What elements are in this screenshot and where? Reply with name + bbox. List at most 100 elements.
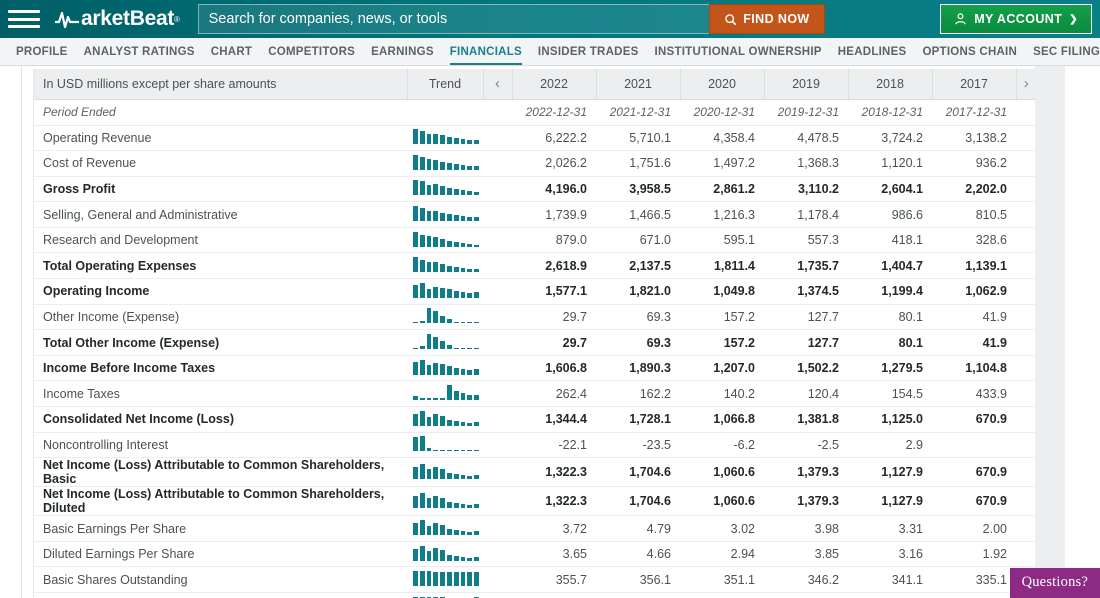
table-row[interactable]: Total Operating Expenses2,618.92,137.51,… <box>34 253 1035 279</box>
table-row[interactable]: Basic Earnings Per Share3.724.793.023.98… <box>34 516 1035 542</box>
sparkline-bar <box>447 266 452 273</box>
sparkline-bar <box>454 474 459 479</box>
row-value: 1,199.4 <box>848 279 932 305</box>
row-arrow-pad-right <box>1016 202 1035 228</box>
table-row[interactable]: Total Other Income (Expense)29.769.3157.… <box>34 330 1035 356</box>
table-row[interactable]: Income Before Income Taxes1,606.81,890.3… <box>34 355 1035 381</box>
nav-item-chart[interactable]: CHART <box>203 38 261 65</box>
row-label: Selling, General and Administrative <box>34 202 407 228</box>
sparkline-bar <box>447 366 452 375</box>
year-header-3[interactable]: 2019 <box>764 69 848 99</box>
row-trend-cell <box>407 176 483 202</box>
sparkline-bar <box>413 155 418 170</box>
sparkline-bar <box>413 571 418 586</box>
my-account-button[interactable]: MY ACCOUNT ❯ <box>940 4 1092 34</box>
marketbeat-logo[interactable]: arketBeat ® <box>54 7 180 31</box>
row-value: 335.1 <box>932 567 1016 593</box>
sparkline-bar <box>413 285 418 298</box>
nav-item-label: CHART <box>211 46 253 58</box>
row-value: 3,958.5 <box>596 176 680 202</box>
next-period-button[interactable]: › <box>1016 69 1035 99</box>
sparkline-bar <box>461 557 466 561</box>
table-row[interactable]: Diluted Earnings Per Share3.654.662.943.… <box>34 541 1035 567</box>
trend-sparkline <box>411 231 479 247</box>
nav-item-profile[interactable]: PROFILE <box>8 38 76 65</box>
sparkline-bar <box>454 503 459 508</box>
table-row[interactable]: Net Income (Loss) Attributable to Common… <box>34 458 1035 487</box>
sparkline-bar <box>454 164 459 170</box>
section-nav-bar: PROFILEANALYST RATINGS CHART COMPETITORSEA… <box>0 38 1100 66</box>
year-header-5[interactable]: 2017 <box>932 69 1016 99</box>
nav-item-institutional-ownership[interactable]: INSTITUTIONAL OWNERSHIP <box>647 38 830 65</box>
sparkline-bar <box>433 548 438 560</box>
nav-item-earnings[interactable]: EARNINGS <box>363 38 442 65</box>
nav-item-sec-filings[interactable]: SEC FILINGS <box>1025 38 1100 65</box>
sparkline-bar <box>440 364 445 374</box>
row-value: 3.72 <box>512 516 596 542</box>
nav-item-analyst-ratings[interactable]: ANALYST RATINGS <box>76 38 203 65</box>
row-value: 356.1 <box>596 567 680 593</box>
nav-item-financials[interactable]: FINANCIALS <box>442 38 530 65</box>
table-row[interactable]: Basic Shares Outstanding355.7356.1351.13… <box>34 567 1035 593</box>
nav-item-label: FINANCIALS <box>450 46 522 58</box>
sparkline-bar <box>440 288 445 298</box>
row-value: 2,861.2 <box>680 176 764 202</box>
hamburger-menu-icon[interactable] <box>8 7 40 31</box>
sparkline-bar <box>474 217 479 221</box>
table-row[interactable]: Income Taxes262.4162.2140.2120.4154.5433… <box>34 381 1035 407</box>
row-value: 1,104.8 <box>932 355 1016 381</box>
row-label: Diluted Earnings Per Share <box>34 541 407 567</box>
row-value: 348.9 <box>932 593 1016 598</box>
row-value: 41.9 <box>932 330 1016 356</box>
sparkline-bar <box>427 551 432 560</box>
period-arrow-blank-right <box>1016 99 1035 125</box>
table-row[interactable]: Operating Income1,577.11,821.01,049.81,3… <box>34 279 1035 305</box>
sparkline-bar <box>440 416 445 426</box>
sparkline-bar <box>447 345 452 349</box>
trend-sparkline <box>411 463 479 479</box>
sparkline-bar <box>467 572 472 586</box>
row-value: 3,110.2 <box>764 176 848 202</box>
row-value: 365.8 <box>596 593 680 598</box>
previous-period-button[interactable]: ‹ <box>483 69 512 99</box>
sparkline-bar <box>474 192 479 196</box>
table-row[interactable]: Operating Revenue6,222.25,710.14,358.44,… <box>34 125 1035 151</box>
table-row[interactable]: Cost of Revenue2,026.21,751.61,497.21,36… <box>34 151 1035 177</box>
sparkline-bar <box>474 166 479 170</box>
sparkline-bar <box>461 531 466 535</box>
top-header-bar: arketBeat ® FIND NOW MY ACCOUNT ❯ <box>0 0 1100 38</box>
table-row[interactable]: Selling, General and Administrative1,739… <box>34 202 1035 228</box>
nav-item-options-chain[interactable]: OPTIONS CHAIN <box>914 38 1025 65</box>
table-row[interactable]: Gross Profit4,196.03,958.52,861.23,110.2… <box>34 176 1035 202</box>
nav-item-headlines[interactable]: HEADLINES <box>830 38 915 65</box>
sparkline-bar <box>454 348 459 350</box>
table-row[interactable]: Net Income (Loss) Attributable to Common… <box>34 487 1035 516</box>
row-trend-cell <box>407 593 483 598</box>
nav-item-competitors[interactable]: COMPETITORS <box>260 38 363 65</box>
year-header-1[interactable]: 2021 <box>596 69 680 99</box>
table-row[interactable]: Research and Development879.0671.0595.15… <box>34 227 1035 253</box>
row-label: Research and Development <box>34 227 407 253</box>
find-now-button[interactable]: FIND NOW <box>709 4 824 34</box>
table-row[interactable]: Consolidated Net Income (Loss)1,344.41,7… <box>34 407 1035 433</box>
sparkline-bar <box>420 131 425 145</box>
year-header-2[interactable]: 2020 <box>680 69 764 99</box>
row-trend-cell <box>407 458 483 487</box>
row-value: 4.79 <box>596 516 680 542</box>
sparkline-bar <box>474 245 479 247</box>
sparkline-bar <box>454 421 459 426</box>
row-value: 1,049.8 <box>680 279 764 305</box>
nav-item-label: OPTIONS CHAIN <box>922 46 1017 58</box>
trend-sparkline <box>411 128 479 144</box>
sparkline-bar <box>433 160 438 170</box>
year-header-0[interactable]: 2022 <box>512 69 596 99</box>
questions-help-tab[interactable]: Questions? <box>1010 568 1100 598</box>
nav-item-insider-trades[interactable]: INSIDER TRADES <box>530 38 647 65</box>
table-row[interactable]: Diluted Shares Outstanding362.0365.8361.… <box>34 593 1035 598</box>
right-gutter <box>1035 66 1065 598</box>
row-arrow-pad <box>483 355 512 381</box>
year-header-4[interactable]: 2018 <box>848 69 932 99</box>
financials-table-container[interactable]: In USD millions except per share amounts… <box>33 69 1035 598</box>
table-row[interactable]: Noncontrolling Interest-22.1-23.5-6.2-2.… <box>34 432 1035 458</box>
table-row[interactable]: Other Income (Expense)29.769.3157.2127.7… <box>34 304 1035 330</box>
